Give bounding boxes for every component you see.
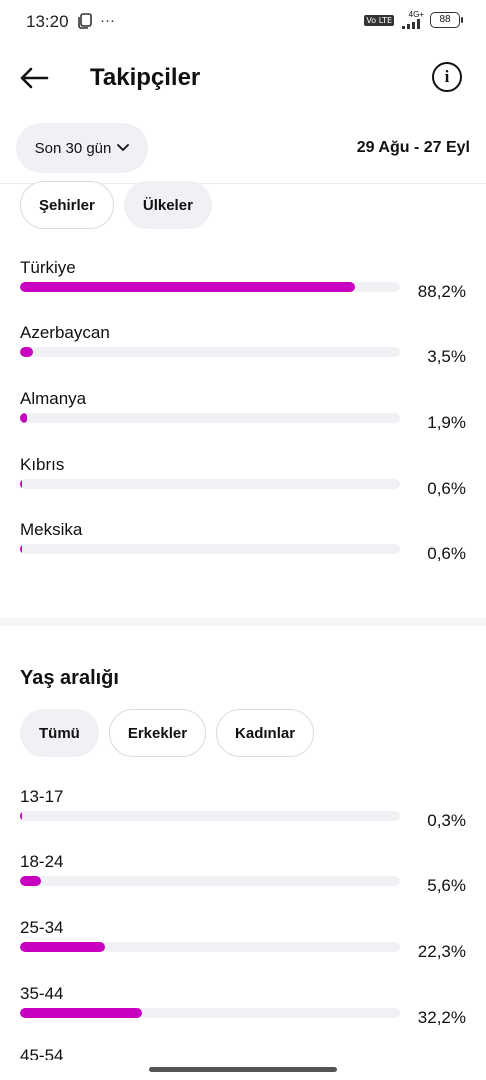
percent-bar-track (20, 942, 400, 952)
percent-bar-track (20, 479, 400, 489)
age-range-label: 25-34 (20, 918, 64, 937)
volte-icon: Vo LTE (364, 14, 394, 26)
percent-bar-fill (20, 1008, 143, 1018)
chip-cities[interactable]: Şehirler (20, 181, 114, 229)
percent-value: 5,6% (427, 876, 466, 895)
percent-value: 88,2% (417, 282, 466, 301)
percent-bar-track (20, 282, 400, 292)
list-item: 25-34 22,3% (20, 918, 466, 984)
age-filter-chips: Tümü Erkekler Kadınlar (20, 709, 315, 757)
header: Takipçiler i (0, 52, 486, 104)
list-item: Almanya 1,9% (20, 389, 466, 455)
page-title: Takipçiler (90, 64, 201, 91)
country-label: Almanya (20, 389, 87, 408)
list-item: Türkiye 88,2% (20, 258, 466, 324)
list-item: 35-44 32,2% (20, 984, 466, 1050)
status-bar: 13:20 ··· Vo LTE 4G+ 88 (0, 0, 486, 44)
age-range-label: 13-17 (20, 787, 64, 806)
percent-bar-track (20, 544, 400, 554)
info-icon[interactable]: i (432, 62, 462, 92)
percent-bar-fill (20, 942, 105, 952)
chip-label: Kadınlar (235, 724, 296, 742)
percent-value: 3,5% (427, 347, 466, 366)
percent-value: 0,6% (427, 479, 466, 498)
back-button[interactable] (16, 62, 52, 94)
percent-value: 0,3% (427, 811, 466, 830)
home-indicator[interactable] (149, 1067, 337, 1072)
list-item: Kıbrıs 0,6% (20, 455, 466, 521)
age-range-label: 18-24 (20, 852, 64, 871)
percent-value: 32,2% (417, 1008, 466, 1027)
country-label: Azerbaycan (20, 323, 110, 342)
list-item: 13-17 0,3% (20, 787, 466, 853)
list-item: Meksika 0,6% (20, 520, 466, 586)
percent-bar-fill (20, 413, 28, 423)
age-section-title: Yaş aralığı (20, 667, 119, 689)
percent-value: 22,3% (417, 942, 466, 961)
chip-countries[interactable]: Ülkeler (123, 181, 212, 229)
country-label: Meksika (20, 520, 83, 539)
location-filter-chips: Şehirler Ülkeler (20, 181, 212, 229)
chip-women[interactable]: Kadınlar (216, 709, 315, 757)
percent-bar-track (20, 413, 400, 423)
percent-bar-fill (20, 347, 34, 357)
date-range-dropdown[interactable]: Son 30 gün (16, 123, 148, 173)
chip-label: Erkekler (127, 724, 188, 742)
list-item: Azerbaycan 3,5% (20, 323, 466, 389)
date-range-text: 29 Ağu - 27 Eyl (356, 139, 470, 156)
status-time: 13:20 (26, 12, 69, 31)
percent-bar-track (20, 347, 400, 357)
arrow-left-icon (20, 67, 49, 89)
country-label: Türkiye (20, 258, 76, 277)
chip-men[interactable]: Erkekler (108, 709, 207, 757)
date-range-dropdown-label: Son 30 gün (34, 139, 112, 157)
signal-icon (402, 19, 420, 29)
chevron-down-icon (117, 144, 130, 151)
age-range-label: 35-44 (20, 984, 64, 1003)
percent-value: 1,9% (427, 413, 466, 432)
section-divider (0, 618, 486, 626)
chip-label: Ülkeler (142, 196, 193, 214)
percent-bar-track (20, 1008, 400, 1018)
chip-label: Tümü (39, 724, 80, 742)
percent-bar-track (20, 811, 400, 821)
chip-all[interactable]: Tümü (20, 709, 99, 757)
chip-label: Şehirler (39, 196, 95, 214)
percent-bar-fill (20, 479, 23, 489)
percent-bar-fill (20, 876, 42, 886)
percent-value: 0,6% (427, 544, 466, 563)
range-bar: Son 30 gün 29 Ağu - 27 Eyl (0, 123, 486, 175)
more-notifications-icon: ··· (100, 12, 115, 29)
percent-bar-fill (20, 811, 22, 821)
percent-bar-fill (20, 544, 23, 554)
percent-bar-fill (20, 282, 356, 292)
network-type: 4G+ (408, 10, 424, 19)
percent-bar-track (20, 876, 400, 886)
list-item: 18-24 5,6% (20, 852, 466, 918)
battery-icon: 88 (430, 12, 463, 28)
screenshot-icon (78, 12, 92, 29)
country-label: Kıbrıs (20, 455, 65, 474)
